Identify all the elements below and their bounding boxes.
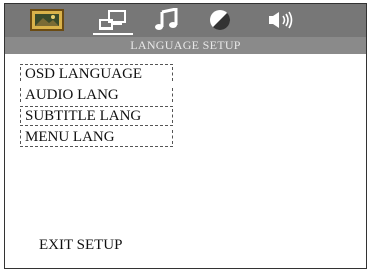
- setup-tab-bar: LANGUAGE SETUP: [5, 4, 366, 54]
- contrast-icon: [210, 10, 231, 31]
- menu-item-subtitle-lang[interactable]: SUBTITLE LANG: [20, 106, 173, 126]
- tab-speaker[interactable]: [263, 7, 303, 33]
- tab-picture[interactable]: [27, 7, 67, 33]
- menu-item-label: AUDIO LANG: [25, 87, 119, 103]
- music-note-icon: [155, 8, 178, 30]
- exit-setup-button[interactable]: EXIT SETUP: [39, 237, 122, 254]
- menu-item-audio-lang[interactable]: AUDIO LANG: [20, 85, 173, 105]
- computer-language-icon: [99, 10, 126, 30]
- tab-language[interactable]: [93, 7, 133, 35]
- picture-icon: [30, 9, 64, 31]
- page-title: LANGUAGE SETUP: [5, 37, 366, 54]
- menu-item-menu-lang[interactable]: MENU LANG: [20, 127, 173, 147]
- tab-audio[interactable]: [147, 7, 187, 33]
- menu-item-label: MENU LANG: [25, 129, 115, 145]
- tab-video[interactable]: [200, 7, 240, 33]
- setup-window: LANGUAGE SETUP OSD LANGUAGE AUDIO LANG S…: [4, 3, 367, 269]
- speaker-icon: [269, 11, 293, 29]
- menu-item-label: OSD LANGUAGE: [25, 66, 143, 82]
- menu-item-osd-language[interactable]: OSD LANGUAGE: [20, 64, 173, 84]
- menu-item-label: SUBTITLE LANG: [25, 108, 142, 124]
